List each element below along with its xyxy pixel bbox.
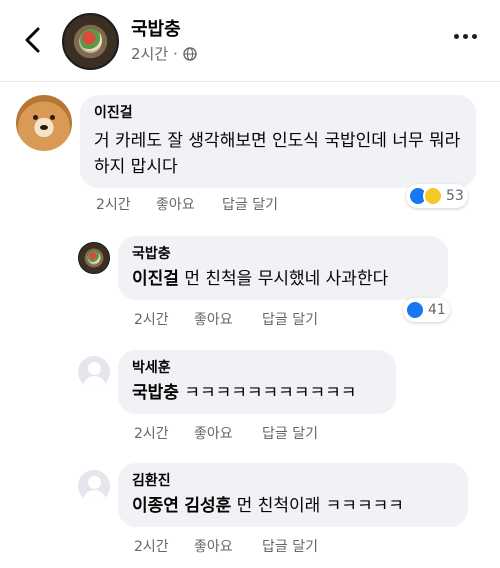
reply-actions: 2시간 좋아요 답글 달기 xyxy=(134,423,318,443)
like-reaction-icon xyxy=(405,300,425,320)
reply-body: ㅋㅋㅋㅋㅋㅋㅋㅋㅋㅋㅋ xyxy=(184,383,357,403)
reply-text: 국밥충 ㅋㅋㅋㅋㅋㅋㅋㅋㅋㅋㅋ xyxy=(132,380,382,406)
reply-time[interactable]: 2시간 xyxy=(134,423,194,443)
comment-time[interactable]: 2시간 xyxy=(96,194,156,214)
reply-body: 먼 친척을 무시했네 사과한다 xyxy=(184,269,389,289)
reply-bubble: 박세훈 국밥충 ㅋㅋㅋㅋㅋㅋㅋㅋㅋㅋㅋ xyxy=(118,350,396,414)
reply-button[interactable]: 답글 달기 xyxy=(222,194,278,214)
reaction-summary[interactable]: 53 xyxy=(406,184,468,208)
like-button[interactable]: 좋아요 xyxy=(194,536,262,556)
post-header: 국밥충 2시간 · xyxy=(0,0,500,82)
reply-bubble: 국밥충 이진걸 먼 친척을 무시했네 사과한다 xyxy=(118,236,448,300)
chevron-left-icon[interactable] xyxy=(22,27,44,53)
post-meta: 2시간 · xyxy=(131,43,197,64)
like-button[interactable]: 좋아요 xyxy=(194,309,262,329)
reply-author[interactable]: 김환진 xyxy=(132,472,454,490)
comment-bubble: 이진걸 거 카레도 잘 생각해보면 인도식 국밥인데 너무 뭐라 하지 맙시다 xyxy=(80,95,476,188)
avatar[interactable] xyxy=(16,95,72,151)
reply-text: 이진걸 먼 친척을 무시했네 사과한다 xyxy=(132,266,434,292)
reaction-count: 53 xyxy=(446,188,464,204)
comment-author[interactable]: 이진걸 xyxy=(94,104,462,122)
meta-separator: · xyxy=(173,44,178,63)
reply-actions: 2시간 좋아요 답글 달기 xyxy=(134,309,318,329)
mention-tag[interactable]: 이진걸 xyxy=(132,269,179,289)
reaction-summary[interactable]: 41 xyxy=(403,298,450,322)
mention-tag[interactable]: 김성훈 xyxy=(184,496,231,516)
reply-author[interactable]: 박세훈 xyxy=(132,359,382,377)
reply-time[interactable]: 2시간 xyxy=(134,309,194,329)
reply-actions: 2시간 좋아요 답글 달기 xyxy=(134,536,318,556)
reply-button[interactable]: 답글 달기 xyxy=(262,536,318,556)
reaction-count: 41 xyxy=(428,302,446,318)
page-avatar[interactable] xyxy=(62,13,119,70)
comment-text: 거 카레도 잘 생각해보면 인도식 국밥인데 너무 뭐라 하지 맙시다 xyxy=(94,131,461,177)
reply-bubble: 김환진 이종연 김성훈 먼 친척이래 ㅋㅋㅋㅋㅋ xyxy=(118,463,468,527)
reply-author[interactable]: 국밥충 xyxy=(132,245,434,263)
reply-button[interactable]: 답글 달기 xyxy=(262,423,318,443)
more-horizontal-icon[interactable] xyxy=(454,34,477,39)
haha-reaction-icon xyxy=(423,186,443,206)
reply-button[interactable]: 답글 달기 xyxy=(262,309,318,329)
avatar[interactable] xyxy=(78,470,110,502)
like-button[interactable]: 좋아요 xyxy=(194,423,262,443)
like-button[interactable]: 좋아요 xyxy=(156,194,222,214)
mention-tag[interactable]: 이종연 xyxy=(132,496,179,516)
avatar[interactable] xyxy=(78,356,110,388)
reply-time[interactable]: 2시간 xyxy=(134,536,194,556)
comment-actions: 2시간 좋아요 답글 달기 xyxy=(96,194,278,214)
avatar[interactable] xyxy=(78,242,110,274)
globe-icon xyxy=(183,46,197,61)
reply-body: 먼 친척이래 ㅋㅋㅋㅋㅋ xyxy=(236,496,404,516)
reply-text: 이종연 김성훈 먼 친척이래 ㅋㅋㅋㅋㅋ xyxy=(132,493,454,519)
mention-tag[interactable]: 국밥충 xyxy=(132,383,179,403)
page-name[interactable]: 국밥충 xyxy=(131,15,181,41)
post-time[interactable]: 2시간 xyxy=(131,43,168,64)
